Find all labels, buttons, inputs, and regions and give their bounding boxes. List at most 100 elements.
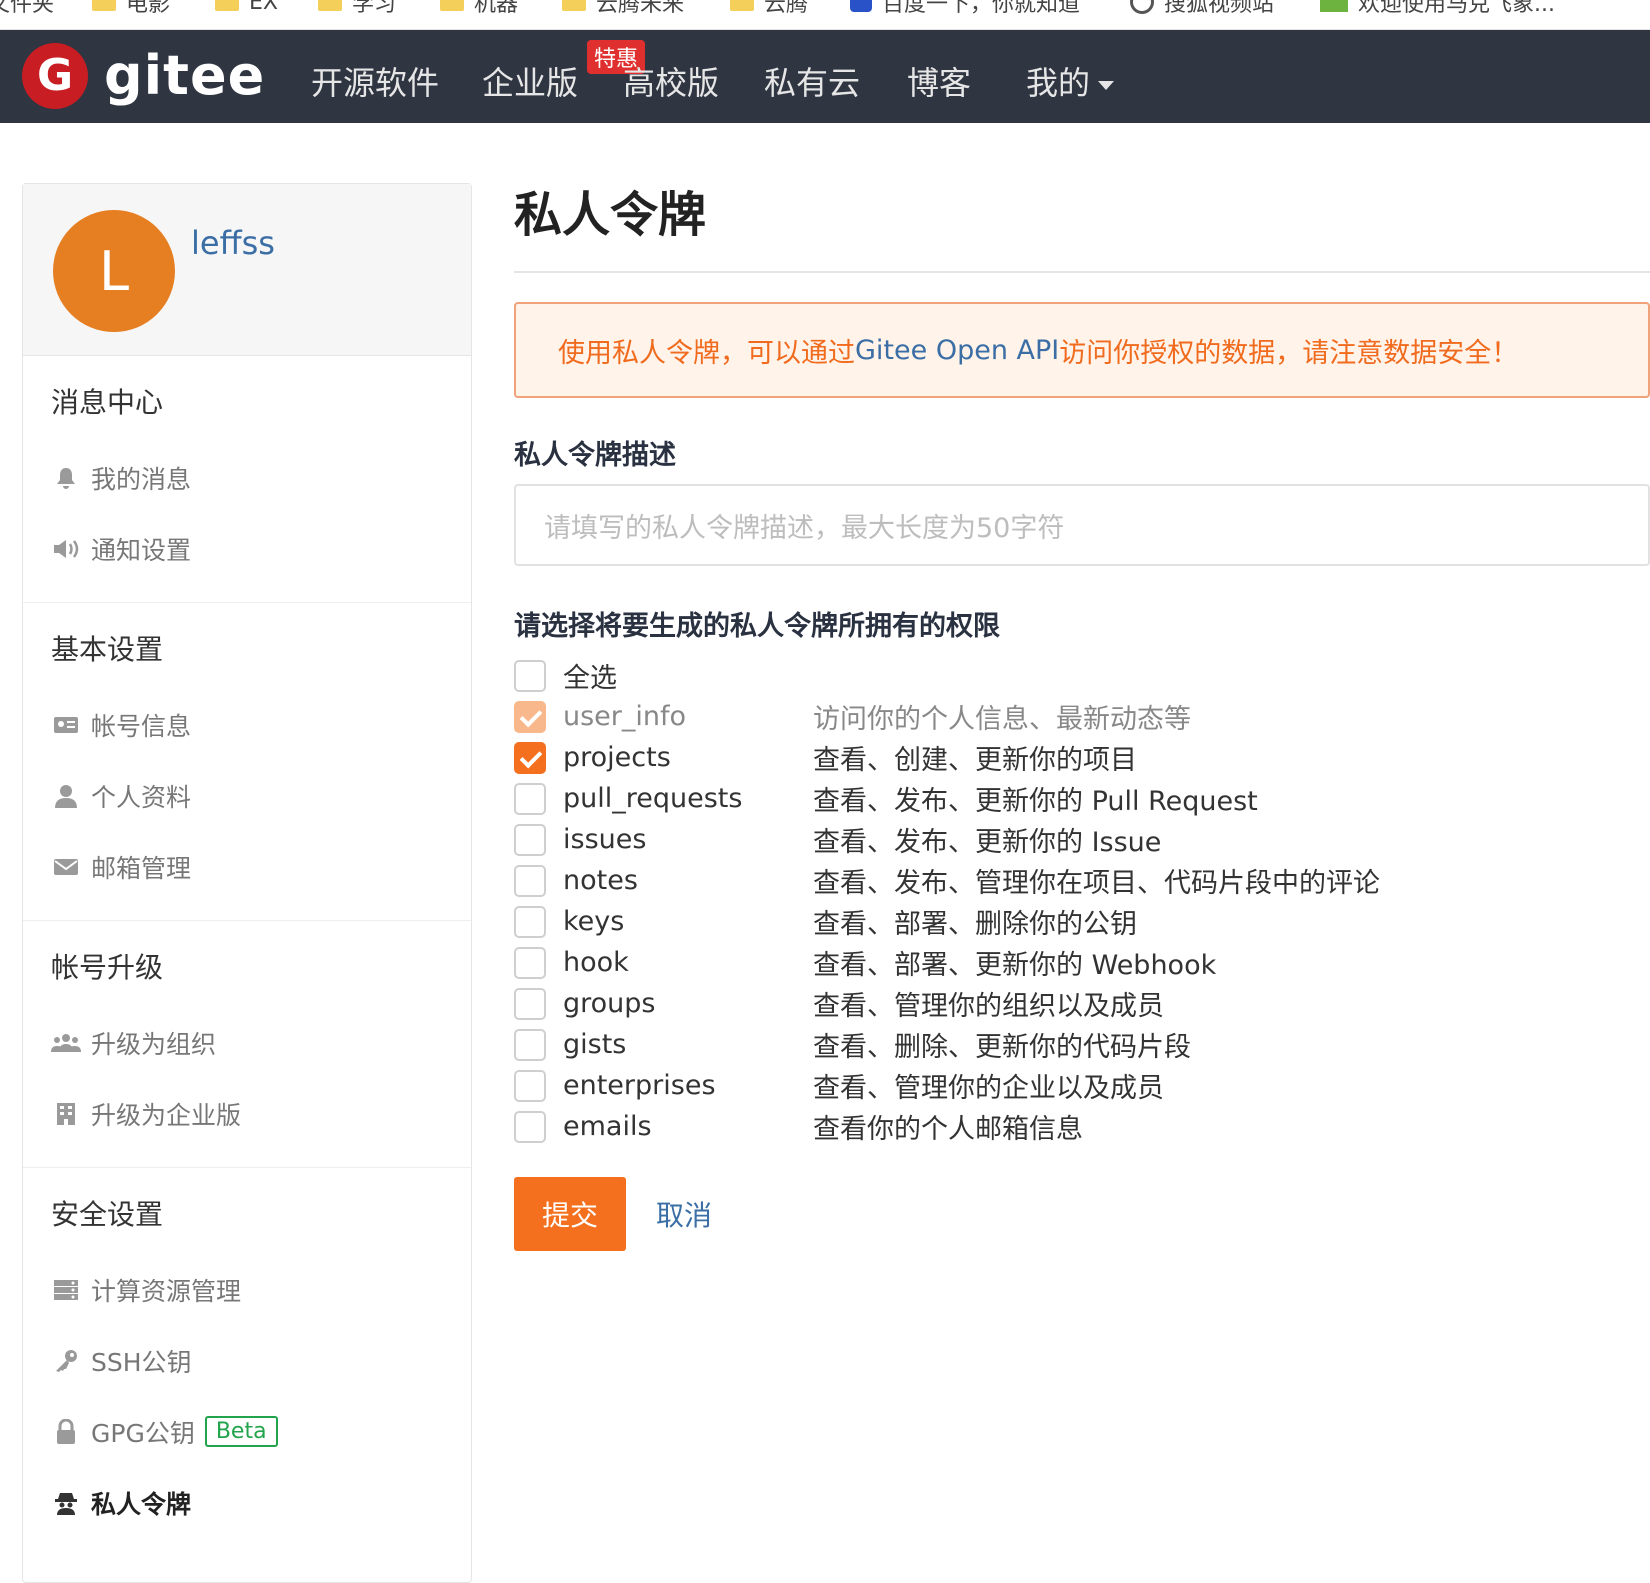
permission-description: 查看、部署、删除你的公钥 (813, 909, 1137, 940)
permission-name: pull_requests (563, 783, 743, 814)
permission-description: 查看、部署、更新你的 Webhook (813, 950, 1217, 981)
bookmark-label: 百度一下，你就知道 (882, 0, 1081, 17)
permission-name: user_info (563, 701, 687, 732)
bookmark-item[interactable]: EX (215, 0, 278, 18)
permission-row[interactable]: enterprises 查看、管理你的企业以及成员 (514, 1065, 1650, 1106)
bookmark-item[interactable]: 电影 (92, 0, 170, 18)
sidebar-item-profile[interactable]: 个人资料 (23, 760, 471, 831)
bookmark-label: 云腾 (764, 0, 809, 17)
bookmark-label: EX (249, 0, 278, 15)
sidebar-item-label: 私人令牌 (91, 1489, 192, 1519)
token-description-input[interactable]: 请填写的私人令牌描述，最大长度为50字符 (514, 484, 1650, 566)
permission-checkbox[interactable] (514, 946, 546, 979)
security-alert: 使用私人令牌，可以通过 Gitee Open API 访问你授权的数据，请注意数… (514, 302, 1650, 398)
sidebar-item-ssh-keys[interactable]: SSH公钥 (23, 1325, 471, 1396)
token-description-label: 私人令牌描述 (514, 440, 676, 471)
sidebar-item-private-token[interactable]: 私人令牌 (23, 1467, 471, 1538)
permission-name: groups (563, 988, 656, 1019)
sidebar-section-upgrade: 帐号升级 升级为组织 升级为企业版 (23, 921, 471, 1168)
sidebar-item-label: 计算资源管理 (91, 1276, 242, 1306)
bookmark-item[interactable]: 云腾 (730, 0, 808, 18)
settings-sidebar: L leffss 消息中心 我的消息 通知设置 基本设置 帐号信息 个人资料 邮… (22, 183, 472, 1583)
sidebar-item-compute-resources[interactable]: 计算资源管理 (23, 1254, 471, 1325)
permission-checkbox[interactable] (514, 864, 546, 897)
bookmark-item[interactable]: 文件夹 (0, 0, 54, 18)
users-icon (51, 1030, 81, 1056)
permission-description: 查看、发布、更新你的 Issue (813, 827, 1162, 858)
sidebar-item-label: GPG公钥 (91, 1418, 195, 1448)
baidu-icon (850, 0, 872, 12)
nav-blog[interactable]: 博客 (907, 58, 971, 104)
section-title: 消息中心 (51, 386, 164, 419)
bookmark-item[interactable]: 欢迎使用马克飞象... (1320, 0, 1555, 18)
alert-api-link[interactable]: Gitee Open API (855, 335, 1059, 366)
permission-checkbox[interactable] (514, 1110, 546, 1143)
bookmark-item[interactable]: 学习 (318, 0, 396, 18)
lock-icon (51, 1418, 81, 1445)
select-all-row[interactable]: 全选 (514, 655, 1650, 696)
sidebar-item-my-messages[interactable]: 我的消息 (23, 442, 471, 513)
bookmark-item[interactable]: 云腾未来 (562, 0, 684, 18)
permissions-label: 请选择将要生成的私人令牌所拥有的权限 (514, 611, 1000, 642)
permission-row[interactable]: hook 查看、部署、更新你的 Webhook (514, 942, 1650, 983)
sidebar-item-label: 升级为组织 (91, 1029, 217, 1059)
permission-row[interactable]: emails 查看你的个人邮箱信息 (514, 1106, 1650, 1147)
sidebar-item-upgrade-org[interactable]: 升级为组织 (23, 1007, 471, 1078)
permission-checkbox[interactable] (514, 1069, 546, 1102)
sidebar-section-security: 安全设置 计算资源管理 SSH公钥 GPG公钥 Beta 私人令牌 (23, 1168, 471, 1556)
permission-checkbox[interactable] (514, 741, 546, 774)
cancel-button[interactable]: 取消 (656, 1194, 712, 1234)
permission-row[interactable]: pull_requests 查看、发布、更新你的 Pull Request (514, 778, 1650, 819)
envelope-icon (51, 854, 81, 880)
bookmark-item[interactable]: 搜狐视频站 (1130, 0, 1274, 18)
bookmark-item[interactable]: 机器 (440, 0, 518, 18)
permission-checkbox (514, 700, 546, 733)
bookmark-label: 欢迎使用马克飞象... (1358, 0, 1555, 17)
permission-row[interactable]: groups 查看、管理你的组织以及成员 (514, 983, 1650, 1024)
folder-icon (562, 0, 586, 11)
section-title: 基本设置 (51, 633, 164, 666)
sidebar-item-label: 通知设置 (91, 535, 192, 565)
permission-row[interactable]: projects 查看、创建、更新你的项目 (514, 737, 1650, 778)
select-all-checkbox[interactable] (514, 659, 546, 692)
sidebar-item-label: SSH公钥 (91, 1347, 192, 1377)
bookmark-item[interactable]: 百度一下，你就知道 (850, 0, 1080, 18)
nav-mine-label: 我的 (1026, 64, 1091, 102)
nav-education[interactable]: 高校版 (623, 58, 719, 104)
avatar[interactable]: L (53, 210, 175, 332)
nav-enterprise[interactable]: 企业版 (482, 58, 578, 104)
permission-checkbox[interactable] (514, 905, 546, 938)
sidebar-item-account-info[interactable]: 帐号信息 (23, 689, 471, 760)
sidebar-item-notification-settings[interactable]: 通知设置 (23, 513, 471, 584)
sidebar-item-label: 邮箱管理 (91, 853, 192, 883)
gitee-logo-text[interactable]: gitee (104, 44, 265, 107)
permission-checkbox[interactable] (514, 782, 546, 815)
sidebar-item-email[interactable]: 邮箱管理 (23, 831, 471, 902)
permission-checkbox[interactable] (514, 823, 546, 856)
permission-row[interactable]: keys 查看、部署、删除你的公钥 (514, 901, 1650, 942)
permission-row[interactable]: notes 查看、发布、管理你在项目、代码片段中的评论 (514, 860, 1650, 901)
alert-text: 使用私人令牌，可以通过 (558, 337, 855, 369)
sidebar-item-gpg-keys[interactable]: GPG公钥 Beta (23, 1396, 471, 1467)
profile-card: L leffss (23, 184, 471, 356)
folder-icon (440, 0, 464, 11)
nav-mine-dropdown[interactable]: 我的 (1026, 58, 1115, 104)
permission-name: keys (563, 906, 625, 937)
permission-checkbox[interactable] (514, 987, 546, 1020)
username-link[interactable]: leffss (191, 224, 275, 262)
sidebar-item-upgrade-enterprise[interactable]: 升级为企业版 (23, 1078, 471, 1149)
bookmark-label: 文件夹 (0, 0, 55, 17)
section-title: 安全设置 (51, 1198, 164, 1231)
permission-row[interactable]: gists 查看、删除、更新你的代码片段 (514, 1024, 1650, 1065)
permission-row[interactable]: issues 查看、发布、更新你的 Issue (514, 819, 1650, 860)
permission-checkbox[interactable] (514, 1028, 546, 1061)
nav-open-source[interactable]: 开源软件 (311, 58, 439, 104)
gitee-logo-icon[interactable]: G (22, 43, 88, 109)
permission-name: projects (563, 742, 671, 773)
sidebar-item-label: 升级为企业版 (91, 1100, 242, 1130)
nav-private-cloud[interactable]: 私有云 (764, 58, 860, 104)
sidebar-section-basic: 基本设置 帐号信息 个人资料 邮箱管理 (23, 603, 471, 921)
submit-button[interactable]: 提交 (514, 1177, 626, 1251)
bell-icon (51, 465, 81, 491)
permission-row[interactable]: user_info 访问你的个人信息、最新动态等 (514, 696, 1650, 737)
